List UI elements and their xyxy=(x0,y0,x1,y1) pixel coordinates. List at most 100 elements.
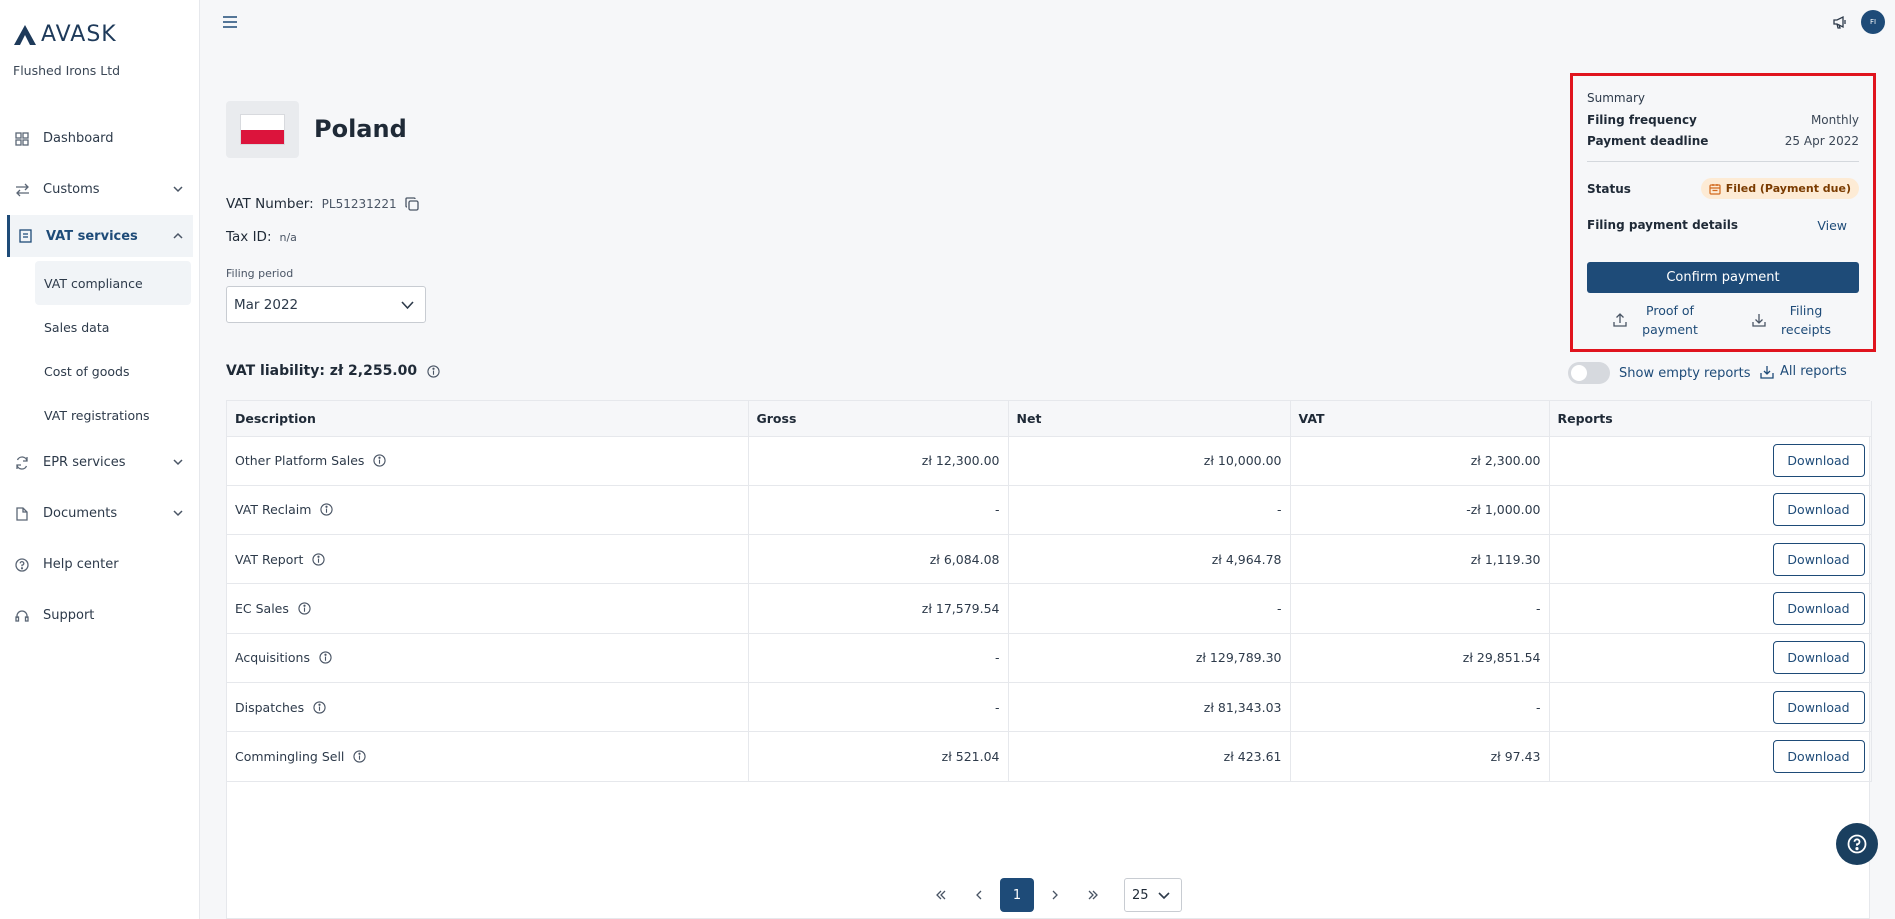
chevron-left-icon xyxy=(976,890,982,900)
sidebar-subitem-vat-compliance[interactable]: VAT compliance xyxy=(35,261,191,305)
chevron-down-icon xyxy=(173,510,183,517)
chevron-down-icon xyxy=(173,186,183,193)
status-row: Status Filed (Payment due) xyxy=(1587,178,1859,199)
double-chevron-right-icon xyxy=(1088,890,1098,900)
grid-icon xyxy=(14,131,30,147)
help-chat-button[interactable] xyxy=(1836,823,1878,865)
cell-reports: Download xyxy=(1549,485,1872,536)
tax-id-value: n/a xyxy=(279,230,297,244)
view-payment-details-link[interactable]: View xyxy=(1817,218,1847,233)
download-button[interactable]: Download xyxy=(1772,592,1865,626)
column-header-gross: Gross xyxy=(748,401,1009,437)
transfer-icon xyxy=(14,182,30,198)
page-button-current[interactable]: 1 xyxy=(1000,878,1034,912)
all-reports-button[interactable]: All reports xyxy=(1760,364,1847,379)
info-icon[interactable] xyxy=(312,553,326,566)
toggle-switch[interactable] xyxy=(1568,362,1610,384)
sidebar-item-label: Help center xyxy=(43,557,119,572)
table-row: VAT Reclaim - - -zł 1,000.00 Download xyxy=(227,485,1872,536)
info-icon[interactable] xyxy=(298,602,311,615)
tax-id-row: Tax ID: n/a xyxy=(226,229,297,245)
info-icon[interactable] xyxy=(319,651,332,664)
summary-actions: Proof of payment Filing receipts xyxy=(1587,301,1859,339)
menu-toggle-icon[interactable] xyxy=(223,16,237,28)
row-description: VAT Reclaim xyxy=(235,502,312,518)
sidebar-item-epr-services[interactable]: EPR services xyxy=(0,437,200,488)
sidebar-item-support[interactable]: Support xyxy=(0,590,200,641)
brand-logo[interactable]: AVASK xyxy=(13,22,117,47)
sidebar-item-documents[interactable]: Documents xyxy=(0,488,200,539)
show-empty-reports-toggle[interactable]: Show empty reports xyxy=(1568,362,1751,384)
proof-of-payment-button[interactable]: Proof of payment xyxy=(1587,301,1723,339)
download-button[interactable]: Download xyxy=(1772,739,1865,773)
sidebar-subitem-vat-registrations[interactable]: VAT registrations xyxy=(0,393,200,437)
sidebar: AVASK Flushed Irons Ltd Dashboard Custom… xyxy=(0,0,200,919)
info-icon[interactable] xyxy=(353,750,367,763)
info-icon[interactable] xyxy=(320,503,334,517)
info-icon[interactable] xyxy=(427,364,440,378)
sidebar-item-help-center[interactable]: Help center xyxy=(0,539,200,590)
brand-name: AVASK xyxy=(41,22,117,47)
row-description: Other Platform Sales xyxy=(235,453,365,469)
copy-icon[interactable] xyxy=(404,197,419,211)
table-header-row: Description Gross Net VAT Reports xyxy=(227,401,1872,437)
filing-frequency-row: Filing frequency Monthly xyxy=(1587,113,1859,127)
sidebar-item-label: Documents xyxy=(43,506,118,521)
download-icon xyxy=(1752,314,1766,327)
refresh-icon xyxy=(14,455,30,471)
sidebar-item-vat-services[interactable]: VAT services xyxy=(7,215,193,257)
cell-reports: Download xyxy=(1549,731,1872,782)
filing-receipts-button[interactable]: Filing receipts xyxy=(1723,301,1859,339)
sidebar-item-dashboard[interactable]: Dashboard xyxy=(0,113,200,164)
poland-flag-icon xyxy=(241,115,284,144)
cell-gross: zł 6,084.08 xyxy=(748,534,1009,585)
cell-reports: Download xyxy=(1549,633,1872,683)
upload-icon xyxy=(1613,313,1627,327)
proof-of-payment-label: Proof of payment xyxy=(1642,301,1698,339)
filing-period-select[interactable]: Mar 2022 xyxy=(226,286,426,323)
filing-period-value: Mar 2022 xyxy=(234,296,299,313)
next-page-button[interactable] xyxy=(1036,878,1074,912)
download-button[interactable]: Download xyxy=(1772,542,1865,576)
show-empty-reports-label: Show empty reports xyxy=(1619,365,1751,381)
sidebar-item-label: Support xyxy=(43,608,95,623)
sidebar-item-customs[interactable]: Customs xyxy=(0,164,200,215)
country-flag-card xyxy=(226,101,299,158)
user-avatar[interactable]: FI xyxy=(1861,10,1885,34)
download-button[interactable]: Download xyxy=(1772,690,1865,724)
summary-title: Summary xyxy=(1587,91,1645,105)
cell-vat: -zł 1,000.00 xyxy=(1290,485,1550,536)
sidebar-subitem-cost-of-goods[interactable]: Cost of goods xyxy=(0,349,200,393)
prev-page-button[interactable] xyxy=(960,878,998,912)
vat-number-row: VAT Number: PL51231221 xyxy=(226,196,419,212)
chevron-right-icon xyxy=(1052,890,1058,900)
first-page-button[interactable] xyxy=(922,878,960,912)
cell-net: - xyxy=(1008,485,1291,536)
chevron-down-icon xyxy=(173,459,183,466)
last-page-button[interactable] xyxy=(1074,878,1112,912)
confirm-payment-button[interactable]: Confirm payment xyxy=(1587,262,1859,293)
megaphone-icon[interactable] xyxy=(1832,14,1848,30)
download-button[interactable]: Download xyxy=(1772,641,1865,675)
company-name: Flushed Irons Ltd xyxy=(13,63,121,78)
tax-id-label: Tax ID: xyxy=(226,229,272,245)
download-button[interactable]: Download xyxy=(1772,493,1865,527)
per-page-select[interactable]: 25 xyxy=(1124,878,1182,912)
chevron-up-icon xyxy=(173,232,183,239)
info-icon[interactable] xyxy=(313,700,326,714)
sidebar-subitem-sales-data[interactable]: Sales data xyxy=(0,305,200,349)
status-label: Status xyxy=(1587,181,1631,196)
page-title: Poland xyxy=(314,115,407,143)
info-icon[interactable] xyxy=(373,454,387,467)
vat-services-submenu: VAT compliance Sales data Cost of goods … xyxy=(0,261,200,437)
cell-net: - xyxy=(1008,583,1291,634)
cell-description: EC Sales xyxy=(227,583,749,634)
avask-logo-icon xyxy=(14,24,36,45)
download-button[interactable]: Download xyxy=(1772,444,1865,478)
cell-reports: Download xyxy=(1549,682,1872,733)
proof-line-1: Proof of xyxy=(1646,303,1694,318)
summary-divider xyxy=(1587,161,1859,162)
table-row: Acquisitions - zł 129,789.30 zł 29,851.54 Do… xyxy=(227,633,1872,683)
vat-number-label: VAT Number: xyxy=(226,196,314,212)
filing-frequency-label: Filing frequency xyxy=(1587,113,1697,127)
